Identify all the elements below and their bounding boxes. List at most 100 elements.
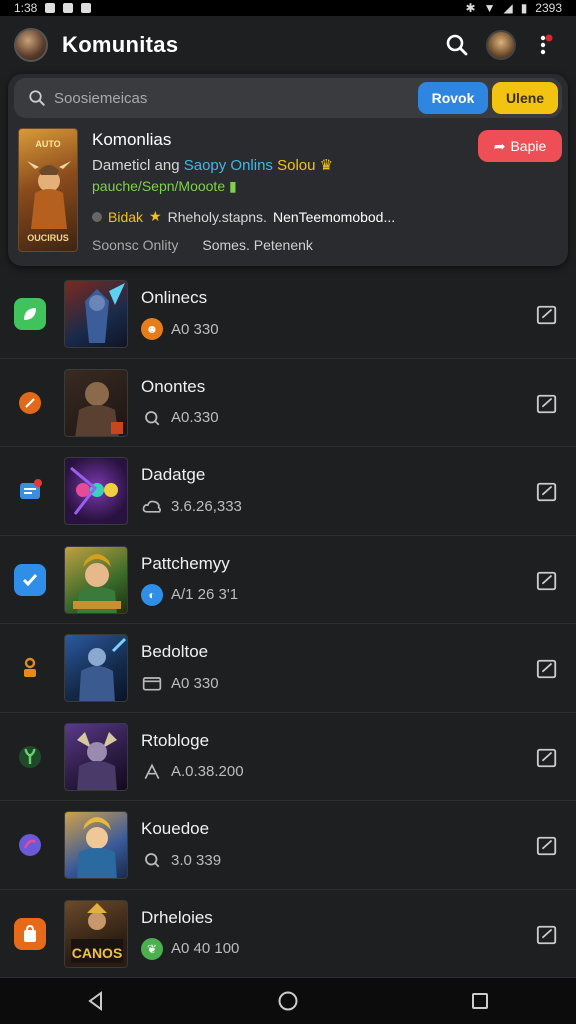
system-nav-bar — [0, 978, 576, 1024]
cloud-icon — [141, 495, 163, 517]
featured-title[interactable]: Komonlias — [92, 130, 171, 150]
recents-icon[interactable] — [469, 990, 491, 1012]
item-meta: A0 330 — [141, 672, 219, 694]
item-meta-text: 3.0 339 — [171, 851, 222, 869]
item-meta: ◐ A/1 26 3'1 — [141, 583, 239, 606]
profile-button[interactable] — [484, 28, 518, 62]
featured-card: Rovok Ulene AUTO OUCIRUS Komonlias Damet… — [8, 74, 568, 266]
leaf-icon: ❦ — [141, 937, 163, 960]
edit-square-icon[interactable] — [536, 481, 558, 503]
featured-tags-text: pauche/Sepn/Mooote — [92, 178, 226, 194]
game-thumbnail — [64, 280, 128, 348]
featured-stats: Bidak ★ Rheholy.stapns. NenTeemomobod... — [92, 208, 395, 225]
edit-square-icon[interactable] — [536, 304, 558, 326]
item-title: Drheloies — [141, 907, 213, 927]
folder-icon — [141, 672, 163, 694]
item-title: Pattchemyy — [141, 553, 230, 573]
featured-cover-image[interactable]: AUTO OUCIRUS — [18, 128, 78, 252]
link-icon — [141, 761, 163, 783]
game-thumbnail — [64, 457, 128, 525]
status-time: 1:38 — [14, 1, 38, 15]
list-item[interactable]: Onlinecs ☻ A0 330 — [0, 270, 576, 359]
game-thumbnail — [64, 634, 128, 702]
featured-desc-highlight2: Solou — [272, 157, 316, 174]
item-meta-text: A/1 26 3'1 — [171, 586, 239, 603]
edit-square-icon[interactable] — [536, 747, 558, 769]
badge-icon: ▮ — [229, 178, 237, 194]
key-icon — [14, 652, 46, 684]
game-thumbnail: CANOS — [64, 899, 128, 968]
sprout-icon — [14, 741, 46, 773]
search-bar[interactable]: Rovok Ulene — [14, 78, 562, 118]
item-meta-text: A0.330 — [171, 409, 219, 426]
avatar — [486, 30, 516, 60]
share-button[interactable]: ➦ Bapie — [478, 130, 562, 162]
item-meta: A.0.38.200 — [141, 761, 244, 783]
fire-icon — [14, 387, 46, 419]
planet-icon — [14, 829, 46, 861]
search-action-button[interactable]: Ulene — [492, 82, 558, 114]
item-meta-text: A0 330 — [171, 674, 219, 692]
chat-icon — [14, 475, 46, 507]
battery-text: 2393 — [535, 1, 562, 15]
app-title: Komunitas — [62, 32, 179, 57]
featured-desc-text: Dameticl ang — [92, 157, 184, 174]
search-filter-button[interactable]: Rovok — [418, 82, 488, 114]
item-meta: ❦ A0 40 100 — [141, 937, 239, 960]
app-bar: Komunitas — [0, 16, 576, 74]
featured-stat-text: Rheholy.stapns. — [167, 208, 267, 225]
item-title: Onontes — [141, 376, 206, 396]
share-button-label: Bapie — [510, 138, 547, 154]
battery-icon: ▮ — [520, 1, 528, 15]
edit-square-icon[interactable] — [536, 570, 558, 592]
check-icon — [14, 563, 46, 596]
featured-tags[interactable]: pauche/Sepn/Mooote ▮ — [92, 178, 237, 195]
featured-footer-b: Somes. Petenenk — [202, 237, 313, 253]
list-item[interactable]: Kouedoe 3.0 339 — [0, 801, 576, 890]
item-title: Rtobloge — [141, 730, 210, 750]
home-icon[interactable] — [277, 990, 299, 1012]
featured-description: Dameticl ang Saopy Onlins Solou ♛ — [92, 156, 333, 174]
more-vert-icon — [540, 34, 553, 55]
list-item[interactable]: Pattchemyy ◐ A/1 26 3'1 — [0, 536, 576, 624]
list-item[interactable]: Rtobloge A.0.38.200 — [0, 713, 576, 801]
list-item[interactable]: Onontes A0.330 — [0, 359, 576, 447]
edit-square-icon[interactable] — [536, 658, 558, 680]
leaf-icon — [14, 298, 46, 330]
search-input[interactable] — [54, 89, 394, 107]
item-meta-text: A.0.38.200 — [171, 763, 244, 780]
item-title: Dadatge — [141, 465, 206, 484]
edit-square-icon[interactable] — [536, 835, 558, 857]
game-thumbnail — [64, 368, 128, 437]
item-title: Kouedoe — [141, 819, 210, 838]
cover-caption: OUCIRUS — [27, 233, 69, 243]
wifi-icon: ▼ — [483, 1, 496, 15]
bag-icon — [14, 917, 46, 950]
item-meta-text: A0 330 — [171, 320, 219, 338]
status-bar: 1:38 ✱ ▼ ◢ ▮ 2393 — [0, 0, 576, 16]
edit-square-icon[interactable] — [536, 924, 558, 946]
search-button[interactable] — [440, 28, 474, 62]
featured-stat-bold: NenTeemomobod... — [272, 208, 396, 225]
search-icon — [141, 407, 163, 429]
featured-desc-highlight[interactable]: Saopy Onlins — [184, 157, 273, 174]
share-icon: ➦ — [493, 137, 506, 154]
list-item[interactable]: CANOS Drheloies ❦ A0 40 100 — [0, 890, 576, 978]
notification-icon — [63, 3, 74, 13]
notification-icon — [45, 3, 56, 13]
list-item[interactable]: Dadatge 3.6.26,333 — [0, 447, 576, 536]
item-meta: 3.6.26,333 — [141, 495, 242, 517]
featured-footer: Soonsc Onlity Somes. Petenenk — [92, 237, 313, 253]
edit-square-icon[interactable] — [536, 393, 558, 415]
app-logo — [14, 28, 48, 62]
search-icon — [446, 34, 468, 56]
item-meta: ☻ A0 330 — [141, 318, 219, 340]
crown-icon: ♛ — [319, 157, 334, 174]
more-options-button[interactable] — [528, 28, 562, 62]
list-item[interactable]: Bedoltoe A0 330 — [0, 624, 576, 713]
warrior-art-icon — [27, 161, 71, 229]
game-thumbnail — [64, 811, 128, 879]
star-icon: ★ — [149, 208, 162, 224]
back-icon[interactable] — [85, 990, 107, 1012]
game-thumbnail — [64, 545, 128, 614]
